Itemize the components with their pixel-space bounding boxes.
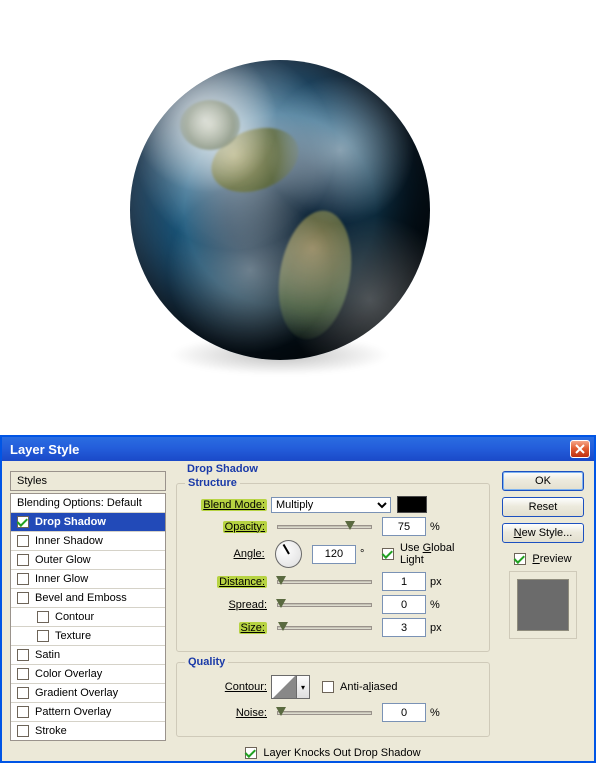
style-checkbox[interactable] bbox=[17, 573, 29, 585]
style-row-drop-shadow[interactable]: Drop Shadow bbox=[11, 512, 165, 531]
spread-slider[interactable] bbox=[277, 603, 372, 607]
style-label: Gradient Overlay bbox=[35, 687, 118, 699]
panel-title: Drop Shadow bbox=[184, 463, 261, 475]
button-column: OK Reset New Style... Preview bbox=[500, 471, 586, 639]
contour-label: Contour: bbox=[187, 681, 271, 693]
angle-dial[interactable] bbox=[275, 540, 302, 568]
style-checkbox[interactable] bbox=[17, 535, 29, 547]
style-row-contour[interactable]: Contour bbox=[11, 607, 165, 626]
contour-picker[interactable] bbox=[271, 675, 297, 699]
contour-dropdown[interactable]: ▾ bbox=[297, 675, 310, 699]
angle-unit: ° bbox=[360, 548, 378, 560]
opacity-label: Opacity: bbox=[187, 521, 271, 533]
style-label: Bevel and Emboss bbox=[35, 592, 127, 604]
style-label: Drop Shadow bbox=[35, 516, 106, 528]
style-checkbox[interactable] bbox=[37, 630, 49, 642]
distance-slider[interactable] bbox=[277, 580, 372, 584]
preview-checkbox[interactable] bbox=[514, 553, 526, 565]
knockout-checkbox[interactable] bbox=[245, 747, 257, 759]
distance-label: Distance: bbox=[187, 576, 271, 588]
layer-style-dialog: Layer Style Styles Blending Options: Def… bbox=[0, 435, 596, 763]
style-row-stroke[interactable]: Stroke bbox=[11, 721, 165, 740]
size-input[interactable] bbox=[382, 618, 426, 637]
spread-label: Spread: bbox=[187, 599, 271, 611]
style-row-gradient-overlay[interactable]: Gradient Overlay bbox=[11, 683, 165, 702]
settings-column: Drop Shadow Structure Blend Mode: Multip… bbox=[166, 471, 500, 763]
angle-input[interactable] bbox=[312, 545, 356, 564]
titlebar[interactable]: Layer Style bbox=[2, 437, 594, 461]
preview-thumbnail-frame bbox=[509, 571, 577, 639]
blend-mode-select[interactable]: Multiply bbox=[271, 497, 391, 513]
size-slider[interactable] bbox=[277, 626, 372, 630]
close-button[interactable] bbox=[570, 440, 590, 458]
noise-label: Noise: bbox=[187, 707, 271, 719]
distance-input[interactable] bbox=[382, 572, 426, 591]
noise-slider[interactable] bbox=[277, 711, 372, 715]
blend-mode-label: Blend Mode: bbox=[187, 499, 271, 511]
style-checkbox[interactable] bbox=[17, 706, 29, 718]
style-checkbox[interactable] bbox=[17, 516, 29, 528]
dialog-title: Layer Style bbox=[10, 442, 570, 457]
style-label: Contour bbox=[55, 611, 94, 623]
style-row-inner-glow[interactable]: Inner Glow bbox=[11, 569, 165, 588]
knockout-label: Layer Knocks Out Drop Shadow bbox=[263, 747, 420, 759]
distance-unit: px bbox=[430, 576, 448, 588]
style-label: Blending Options: Default bbox=[17, 497, 142, 509]
global-light-checkbox[interactable] bbox=[382, 548, 394, 560]
ok-button[interactable]: OK bbox=[502, 471, 584, 491]
opacity-slider[interactable] bbox=[277, 525, 372, 529]
style-label: Texture bbox=[55, 630, 91, 642]
antialias-checkbox[interactable] bbox=[322, 681, 334, 693]
style-checkbox[interactable] bbox=[17, 725, 29, 737]
style-row-color-overlay[interactable]: Color Overlay bbox=[11, 664, 165, 683]
spread-input[interactable] bbox=[382, 595, 426, 614]
style-label: Pattern Overlay bbox=[35, 706, 111, 718]
style-checkbox[interactable] bbox=[17, 668, 29, 680]
size-label: Size: bbox=[187, 622, 271, 634]
size-unit: px bbox=[430, 622, 448, 634]
style-row-outer-glow[interactable]: Outer Glow bbox=[11, 550, 165, 569]
quality-legend: Quality bbox=[185, 656, 228, 668]
preview-stage bbox=[0, 0, 600, 435]
reset-button[interactable]: Reset bbox=[502, 497, 584, 517]
style-checkbox[interactable] bbox=[17, 592, 29, 604]
close-icon bbox=[575, 444, 585, 454]
style-label: Inner Glow bbox=[35, 573, 88, 585]
earth-graphic bbox=[130, 60, 430, 360]
noise-input[interactable] bbox=[382, 703, 426, 722]
opacity-unit: % bbox=[430, 521, 448, 533]
style-checkbox[interactable] bbox=[17, 649, 29, 661]
style-row-pattern-overlay[interactable]: Pattern Overlay bbox=[11, 702, 165, 721]
style-row-blending-options-default[interactable]: Blending Options: Default bbox=[11, 494, 165, 512]
style-label: Color Overlay bbox=[35, 668, 102, 680]
style-row-bevel-and-emboss[interactable]: Bevel and Emboss bbox=[11, 588, 165, 607]
new-style-button[interactable]: New Style... bbox=[502, 523, 584, 543]
styles-list: Blending Options: Default Drop Shadow Inne… bbox=[10, 493, 166, 741]
opacity-input[interactable] bbox=[382, 517, 426, 536]
spread-unit: % bbox=[430, 599, 448, 611]
style-checkbox[interactable] bbox=[17, 554, 29, 566]
style-row-satin[interactable]: Satin bbox=[11, 645, 165, 664]
antialias-label: Anti-aliased bbox=[340, 681, 398, 693]
styles-header[interactable]: Styles bbox=[10, 471, 166, 491]
style-checkbox[interactable] bbox=[17, 687, 29, 699]
style-checkbox[interactable] bbox=[37, 611, 49, 623]
style-label: Inner Shadow bbox=[35, 535, 103, 547]
style-row-texture[interactable]: Texture bbox=[11, 626, 165, 645]
angle-label: Angle: bbox=[187, 548, 269, 560]
structure-legend: Structure bbox=[185, 477, 240, 489]
style-label: Stroke bbox=[35, 725, 67, 737]
shadow-color-swatch[interactable] bbox=[397, 496, 427, 513]
noise-unit: % bbox=[430, 707, 448, 719]
styles-column: Styles Blending Options: Default Drop Sha… bbox=[10, 471, 166, 741]
preview-label: Preview bbox=[532, 553, 571, 565]
global-light-label: Use Global Light bbox=[400, 542, 479, 566]
preview-thumbnail bbox=[518, 580, 568, 630]
style-label: Satin bbox=[35, 649, 60, 661]
style-row-inner-shadow[interactable]: Inner Shadow bbox=[11, 531, 165, 550]
style-label: Outer Glow bbox=[35, 554, 91, 566]
